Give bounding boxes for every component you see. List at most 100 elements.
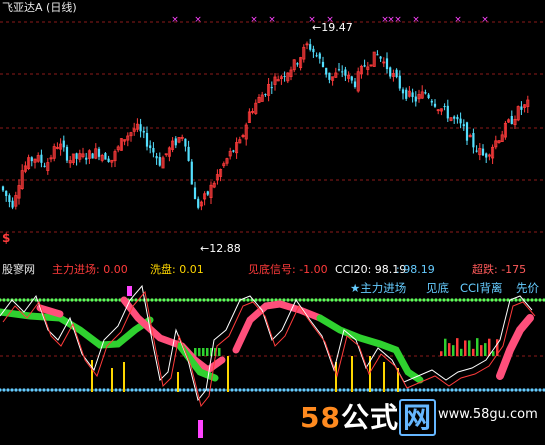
level-dot	[418, 388, 422, 392]
level-dot	[306, 388, 310, 392]
level-dot	[238, 388, 242, 392]
level-dot	[526, 298, 530, 302]
candle-body	[424, 92, 427, 94]
level-dot	[490, 298, 494, 302]
candle-body	[344, 69, 347, 76]
chart-canvas[interactable]: × × × × × × ×× × × × × ←19.47←12.88$	[0, 0, 545, 445]
level-dot	[234, 298, 238, 302]
histogram-bar	[448, 343, 451, 356]
level-dot	[182, 298, 186, 302]
candle-body	[459, 118, 462, 124]
level-dot	[390, 388, 394, 392]
candlestick-series[interactable]	[1, 38, 530, 211]
level-dot	[478, 388, 482, 392]
level-dot	[362, 388, 366, 392]
level-dot	[474, 298, 478, 302]
level-dot	[426, 298, 430, 302]
level-dot	[486, 388, 490, 392]
low-price-label: ←12.88	[200, 242, 241, 255]
candle-body	[309, 44, 312, 50]
level-dot	[230, 298, 234, 302]
histogram-bar	[480, 345, 483, 356]
level-dot	[414, 298, 418, 302]
level-dot	[66, 298, 70, 302]
level-dot	[450, 298, 454, 302]
candle-body	[395, 69, 398, 78]
level-dot	[206, 388, 210, 392]
candle-body	[11, 200, 14, 208]
candle-body	[389, 67, 392, 77]
level-dot	[342, 388, 346, 392]
level-dot	[26, 298, 30, 302]
level-dot	[102, 298, 106, 302]
histogram-bar	[218, 348, 221, 356]
level-dot	[498, 388, 502, 392]
oversold-marker	[198, 420, 203, 438]
level-dot	[166, 298, 170, 302]
candle-body	[43, 165, 46, 167]
level-dot	[314, 298, 318, 302]
level-dot	[210, 388, 214, 392]
level-dot	[242, 388, 246, 392]
level-dot	[354, 388, 358, 392]
candle-body	[270, 87, 273, 89]
level-dot	[530, 298, 534, 302]
candle-body	[353, 81, 357, 87]
candle-body	[318, 53, 321, 59]
level-dot	[518, 298, 522, 302]
level-dot	[410, 298, 414, 302]
candle-body	[414, 96, 417, 102]
level-dot	[18, 388, 22, 392]
level-dot	[314, 388, 318, 392]
chart-title: 飞亚达A (日线)	[2, 1, 77, 14]
candle-body	[510, 116, 513, 125]
candle-body	[232, 150, 235, 152]
site-watermark: 58公式网	[300, 396, 436, 436]
candle-body	[8, 195, 11, 203]
candle-body	[376, 54, 379, 56]
level-dot	[70, 298, 74, 302]
level-dot	[450, 388, 454, 392]
level-dot	[282, 388, 286, 392]
candle-body	[190, 161, 193, 185]
level-dot	[206, 298, 210, 302]
level-dot	[386, 298, 390, 302]
candle-body	[350, 76, 353, 81]
level-dot	[498, 298, 502, 302]
candle-body	[107, 158, 110, 162]
level-dot	[402, 388, 406, 392]
candle-body	[456, 116, 459, 120]
level-dot	[298, 388, 302, 392]
buy-signal-marker: $	[2, 231, 10, 245]
level-dot	[82, 298, 86, 302]
level-dot	[462, 388, 466, 392]
level-dot	[306, 298, 310, 302]
candle-body	[296, 63, 299, 65]
level-dot	[318, 388, 322, 392]
candle-body	[520, 106, 523, 110]
candle-body	[62, 140, 65, 148]
level-dot	[270, 388, 274, 392]
level-dot	[338, 298, 342, 302]
level-dot	[194, 298, 198, 302]
level-dot	[462, 298, 466, 302]
level-dot	[382, 298, 386, 302]
level-dot	[54, 388, 58, 392]
level-dot	[434, 298, 438, 302]
top-marker: ×	[194, 15, 202, 25]
level-dot	[526, 388, 530, 392]
level-dot	[354, 298, 358, 302]
level-dot	[46, 298, 50, 302]
histogram-bar	[476, 338, 479, 356]
level-dot	[2, 388, 6, 392]
candle-body	[398, 75, 401, 89]
level-dot	[230, 388, 234, 392]
level-dot	[202, 298, 206, 302]
legend-item: 见底	[426, 281, 449, 295]
candle-body	[158, 157, 161, 166]
indicator-name: 股寥网	[2, 263, 35, 276]
top-marker: ×	[481, 15, 489, 25]
candle-body	[187, 146, 190, 161]
level-dot	[58, 388, 62, 392]
candle-body	[453, 116, 456, 119]
